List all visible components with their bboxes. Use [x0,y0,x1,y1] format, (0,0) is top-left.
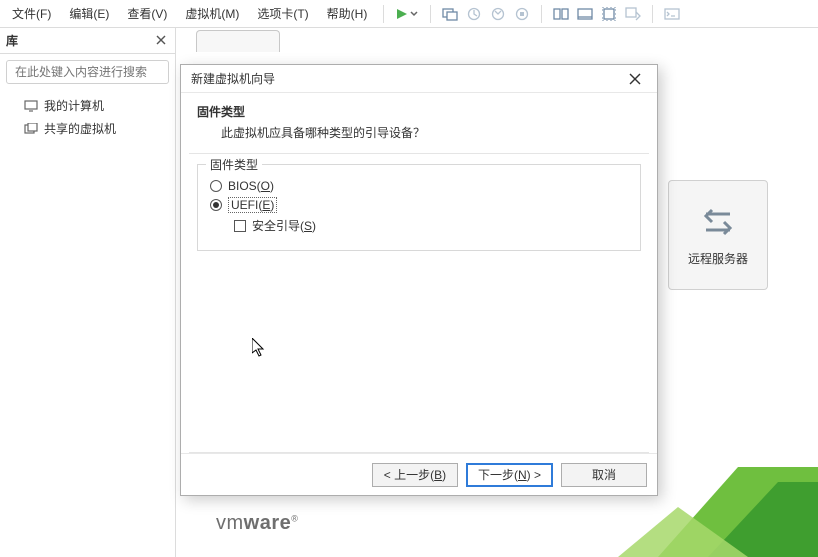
menu-vm[interactable]: 虚拟机(M) [177,2,247,25]
monitor-icon [24,99,38,113]
checkbox-icon [234,220,246,232]
remote-server-icon [700,204,736,240]
close-icon [629,73,641,85]
radio-bios[interactable]: BIOS(O) [210,179,628,193]
tree-item-label: 我的计算机 [44,97,104,114]
mouse-cursor [252,338,266,358]
dialog-subheading: 此虚拟机应具备哪种类型的引导设备？ [197,124,641,141]
radio-icon [210,199,222,211]
tb-console-view-icon[interactable] [574,3,596,25]
checkbox-secure-boot[interactable]: 安全引导(S) [234,217,628,234]
tb-send-ctrl-alt-del-icon[interactable] [439,3,461,25]
home-tab[interactable] [196,30,280,52]
connect-remote-card[interactable]: 远程服务器 [668,180,768,290]
tree-item-shared-vms[interactable]: 共享的虚拟机 [6,117,169,140]
radio-label: UEFI(E) [228,197,277,213]
tb-snapshot-manager-icon[interactable] [511,3,533,25]
tb-snapshot-revert-icon[interactable] [487,3,509,25]
sidebar-search[interactable] [6,60,169,84]
new-vm-wizard-dialog: 新建虚拟机向导 固件类型 此虚拟机应具备哪种类型的引导设备？ 固件类型 BIOS… [180,64,658,496]
dialog-heading: 固件类型 [197,103,641,120]
back-button[interactable]: < 上一步(B) [372,463,458,487]
radio-label: BIOS(O) [228,179,274,193]
sidebar-tree: 我的计算机 共享的虚拟机 [0,90,175,144]
radio-icon [210,180,222,192]
checkbox-label: 安全引导(S) [252,217,316,234]
radio-uefi[interactable]: UEFI(E) [210,197,628,213]
group-label: 固件类型 [206,156,262,173]
sidebar-close-button[interactable] [153,34,169,48]
power-on-button[interactable] [392,3,422,25]
tb-terminal-icon[interactable] [661,3,683,25]
tb-unity-icon[interactable] [622,3,644,25]
search-input[interactable] [13,64,172,80]
toolbar-separator [430,5,431,23]
tb-thumbnail-view-icon[interactable] [550,3,572,25]
sidebar-title: 库 [6,32,18,49]
remote-server-label: 远程服务器 [688,250,748,267]
tree-item-label: 共享的虚拟机 [44,120,116,137]
chevron-down-icon [410,10,418,18]
menu-edit[interactable]: 编辑(E) [61,2,117,25]
menu-file[interactable]: 文件(F) [4,2,59,25]
toolbar-separator [383,5,384,23]
tb-snapshot-take-icon[interactable] [463,3,485,25]
menu-help[interactable]: 帮助(H) [319,2,376,25]
dialog-titlebar[interactable]: 新建虚拟机向导 [181,65,657,93]
toolbar-separator [541,5,542,23]
dialog-close-button[interactable] [619,68,651,90]
firmware-type-group: 固件类型 BIOS(O) UEFI(E) 安全引导(S) [197,164,641,251]
toolbar-separator [652,5,653,23]
menu-tabs[interactable]: 选项卡(T) [249,2,316,25]
close-icon [156,35,166,45]
tree-item-my-computer[interactable]: 我的计算机 [6,94,169,117]
vmware-logo: vmware® [216,512,298,535]
next-button[interactable]: 下一步(N) > [466,463,553,487]
tb-fullscreen-icon[interactable] [598,3,620,25]
menu-view[interactable]: 查看(V) [119,2,175,25]
cancel-button[interactable]: 取消 [561,463,647,487]
library-sidebar: 库 我的计算机 共享的虚拟机 [0,28,176,557]
dialog-title: 新建虚拟机向导 [191,70,275,87]
menubar: 文件(F) 编辑(E) 查看(V) 虚拟机(M) 选项卡(T) 帮助(H) [0,0,818,28]
shared-icon [24,122,38,136]
